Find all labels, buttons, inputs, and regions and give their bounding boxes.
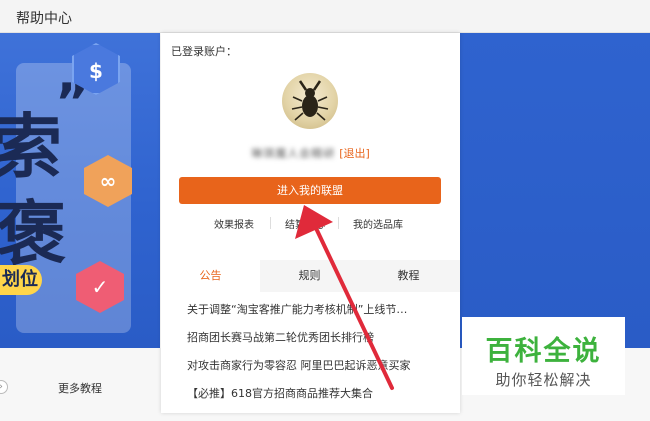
divider [338,217,339,229]
settlement-center-link[interactable]: 结算中心 [285,216,325,231]
divider [270,217,271,229]
top-bar: 帮助中心 [0,0,650,33]
watermark-subtitle: 助你轻松解决 [495,371,592,389]
help-center-title[interactable]: 帮助中心 [16,8,72,28]
beetle-icon [291,80,329,121]
tab-rules[interactable]: 规则 [260,260,359,292]
logout-link[interactable]: [退出] [339,145,370,161]
tab-announcement[interactable]: 公告 [161,260,260,292]
effect-report-link[interactable]: 效果报表 [214,216,254,231]
tab-bar: 公告 规则 教程 [161,260,460,292]
news-item[interactable]: 招商团长赛马战第二轮优秀团长排行榜 [187,329,452,345]
enter-my-alliance-button[interactable]: 进入我的联盟 [179,177,441,204]
news-item[interactable]: 【必推】618官方招商商品推荐大集合 [187,385,452,401]
banner-pill: 划位 [0,265,42,295]
account-panel: 已登录账户： 琳琪魔人会精研 [退出] 进入我的联盟 效果报表 结算中心 我的选品… [161,33,460,413]
watermark: 百科全说 助你轻松解决 [462,317,625,395]
username: 琳琪魔人会精研 [251,147,336,160]
tab-tutorial[interactable]: 教程 [359,260,458,292]
product-library-link[interactable]: 我的选品库 [353,216,403,231]
banner-char-2: 褒 [0,192,66,275]
banner-right [460,33,650,348]
more-tutorial-link[interactable]: 更多教程 [58,380,102,396]
watermark-title: 百科全说 [485,336,602,367]
page: 帮助中心 索 ” 褒 划位 $ ∞ ✓ › 更多教程 已登录账户： 琳琪魔人会精… [0,0,650,421]
news-item[interactable]: 关于调整“淘宝客推广能力考核机制”上线节… [187,301,452,317]
quick-links: 效果报表 结算中心 我的选品库 [161,216,460,232]
banner-left: 索 ” 褒 划位 $ ∞ ✓ [0,33,160,348]
logged-in-label: 已登录账户： [171,45,237,58]
avatar[interactable] [282,73,338,129]
news-item[interactable]: 对攻击商家行为零容忍 阿里巴巴起诉恶意买家 [187,357,452,373]
username-row: 琳琪魔人会精研 [退出] [161,145,460,161]
banner-char-1: 索 [0,105,62,188]
